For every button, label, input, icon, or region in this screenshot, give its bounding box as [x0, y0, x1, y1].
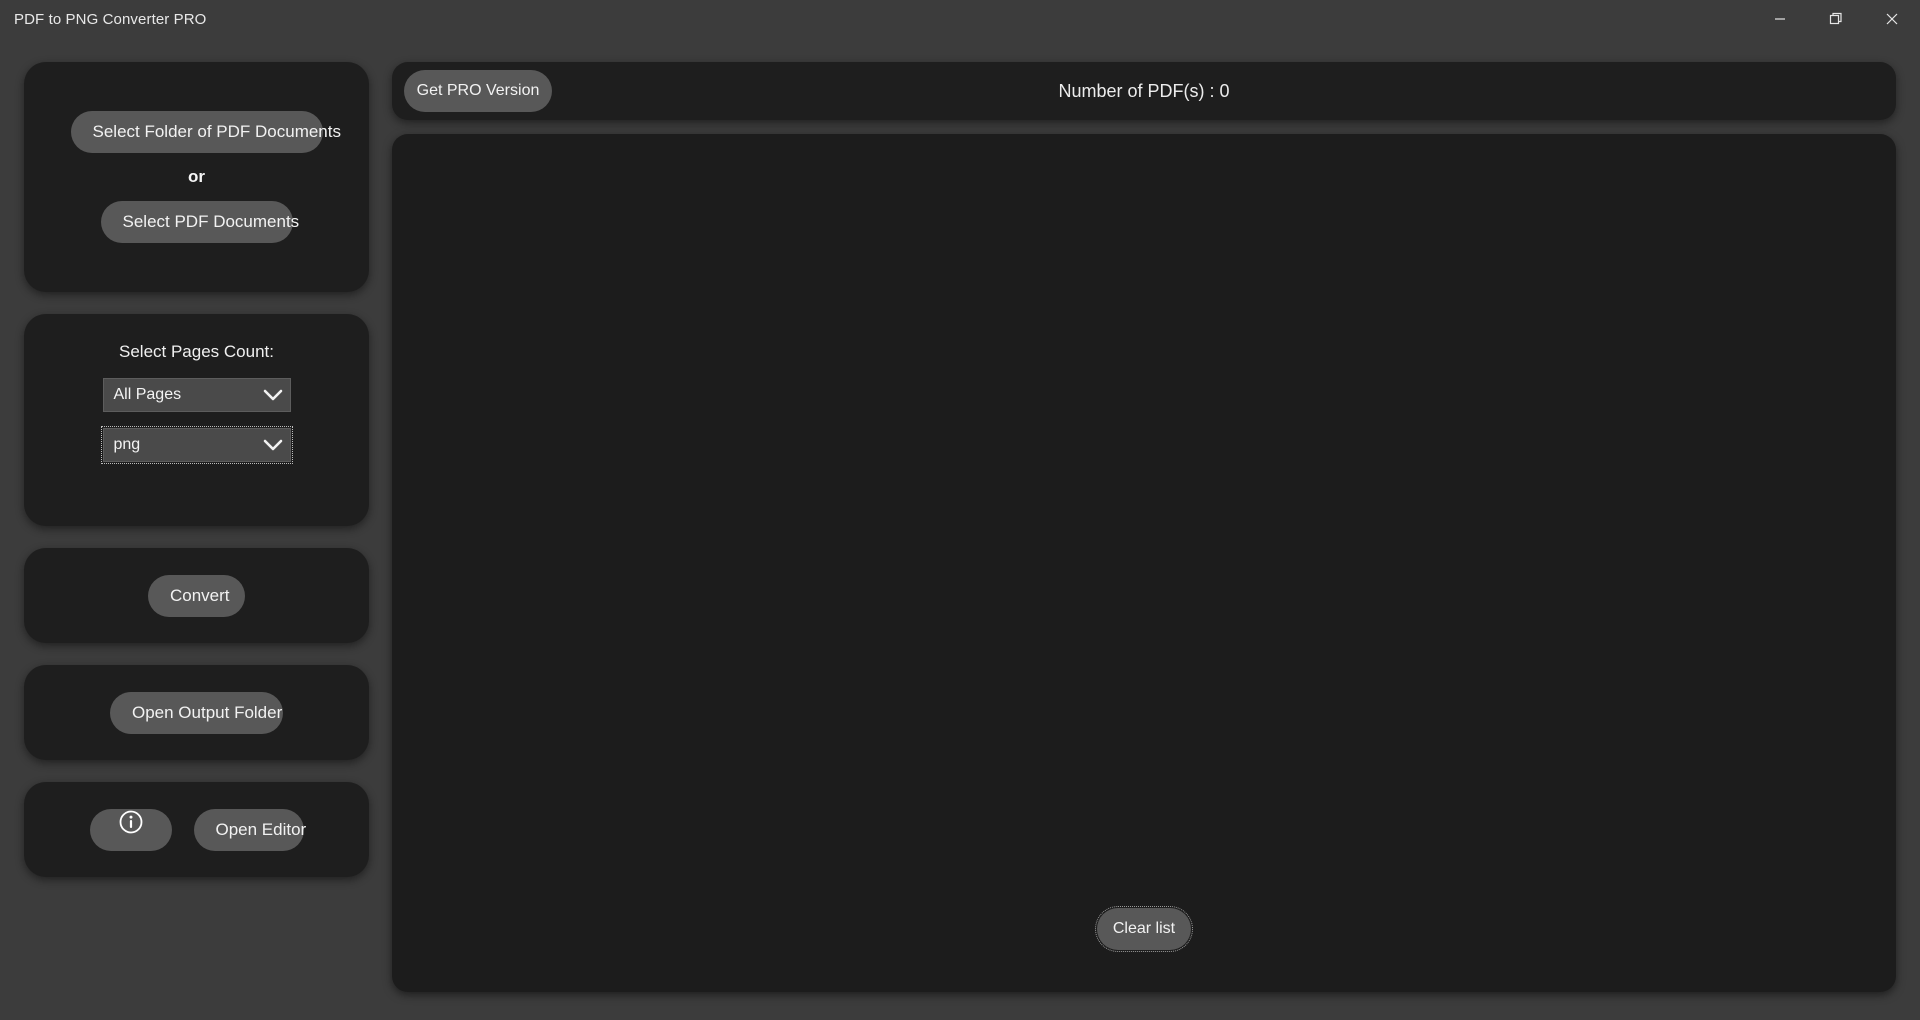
- output-format-dropdown[interactable]: png: [100, 426, 293, 464]
- output-folder-card: Open Output Folder: [24, 665, 369, 760]
- pdf-list-panel[interactable]: Clear list: [392, 134, 1896, 992]
- window-controls: [1752, 0, 1920, 38]
- convert-card: Convert: [24, 548, 369, 643]
- close-icon: [1885, 12, 1899, 26]
- close-button[interactable]: [1864, 0, 1920, 38]
- source-selection-card: Select Folder of PDF Documents or Select…: [24, 62, 369, 292]
- convert-button[interactable]: Convert: [148, 574, 245, 617]
- select-folder-button[interactable]: Select Folder of PDF Documents: [70, 111, 341, 153]
- minimize-button[interactable]: [1752, 0, 1808, 38]
- main-toolbar: Get PRO Version Number of PDF(s) : 0: [392, 62, 1896, 120]
- clear-list-button[interactable]: Clear list: [1095, 906, 1193, 952]
- info-circle-icon: [118, 809, 144, 851]
- pages-count-label: Select Pages Count:: [119, 342, 274, 361]
- tools-card: Open Editor: [24, 782, 369, 877]
- window-titlebar: PDF to PNG Converter PRO: [0, 0, 1920, 38]
- chevron-down-icon: [256, 389, 290, 402]
- window-title: PDF to PNG Converter PRO: [14, 10, 207, 28]
- open-output-folder-button[interactable]: Open Output Folder: [110, 691, 283, 734]
- pdf-count-label: Number of PDF(s) : 0: [1058, 80, 1230, 101]
- minimize-icon: [1773, 12, 1787, 26]
- maximize-restore-button[interactable]: [1808, 0, 1864, 38]
- conversion-options-card: Select Pages Count: All Pages png: [24, 314, 369, 526]
- select-pdf-documents-button[interactable]: Select PDF Documents: [100, 201, 299, 243]
- pages-count-value: All Pages: [113, 386, 182, 403]
- or-separator-label: or: [188, 167, 205, 186]
- get-pro-version-button[interactable]: Get PRO Version: [404, 70, 552, 112]
- pages-count-dropdown[interactable]: All Pages: [102, 378, 291, 412]
- sidebar: Select Folder of PDF Documents or Select…: [24, 62, 369, 877]
- chevron-down-icon: [256, 439, 290, 452]
- open-editor-button[interactable]: Open Editor: [193, 808, 306, 851]
- restore-icon: [1829, 12, 1843, 26]
- info-button[interactable]: [89, 808, 172, 851]
- output-format-value: png: [113, 436, 141, 453]
